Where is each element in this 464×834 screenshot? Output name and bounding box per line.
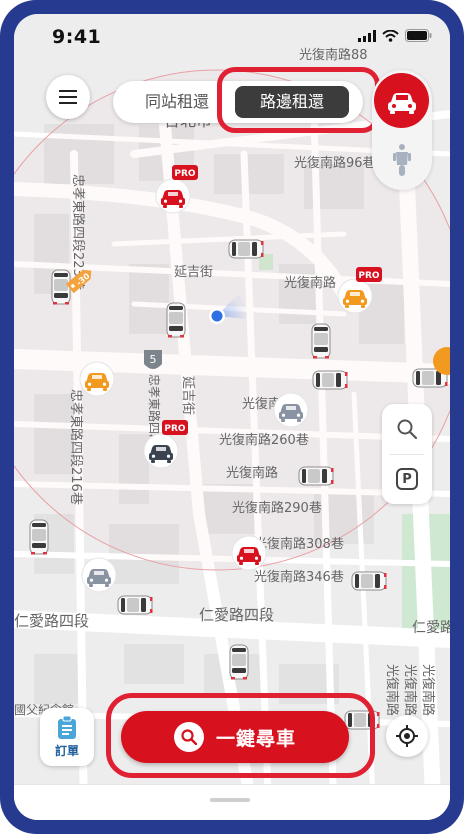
street-label: 光復南路290巷	[232, 500, 322, 516]
car-pin-marker[interactable]	[81, 557, 117, 593]
parked-car-marker[interactable]	[351, 571, 387, 591]
pro-badge: PRO	[356, 267, 382, 282]
street-label: 延吉街	[180, 376, 195, 415]
street-label: 光復南路96巷	[294, 155, 376, 171]
scooter-mode-button[interactable]	[387, 142, 417, 178]
svg-text:PRO: PRO	[164, 424, 186, 434]
pro-badge: PRO	[162, 420, 188, 435]
parked-car-marker[interactable]	[311, 323, 331, 359]
map-search-button[interactable]	[382, 404, 432, 454]
search-icon	[397, 419, 417, 439]
highlight-box	[106, 693, 375, 778]
route-shield-icon: 5	[144, 350, 162, 369]
parked-car-marker[interactable]	[29, 519, 49, 555]
highlight-box	[217, 67, 380, 133]
clipboard-icon	[58, 715, 76, 739]
parked-car-marker[interactable]	[117, 595, 153, 615]
street-label: 光復南路	[226, 465, 278, 481]
parking-icon: P	[396, 468, 418, 490]
bottom-sheet[interactable]	[14, 784, 450, 820]
car-pin-marker[interactable]	[155, 178, 191, 214]
street-label: 光復南路260巷	[219, 432, 309, 448]
street-label: 仁愛路四段	[199, 606, 274, 624]
street-label: 光復南路	[384, 664, 400, 716]
status-bar: 9:41	[14, 14, 450, 58]
orders-label: 訂單	[54, 743, 79, 758]
app-screen: 5 光復南路88 光復南路96巷 延吉街 光復南路 忠孝東路四段223巷 忠孝東…	[14, 14, 450, 820]
street-label: 光復南路	[402, 664, 418, 716]
sheet-handle[interactable]	[210, 798, 250, 802]
parked-car-marker[interactable]	[51, 269, 71, 305]
street-label: 光復南路	[420, 664, 436, 716]
car-mode-button[interactable]	[374, 73, 429, 128]
wifi-icon	[382, 29, 399, 42]
car-pin-marker[interactable]	[79, 361, 115, 397]
car-pin-marker[interactable]	[231, 535, 267, 571]
car-pin-marker[interactable]	[143, 433, 179, 469]
car-pin-marker[interactable]	[337, 278, 373, 314]
signal-icon	[358, 29, 376, 42]
parked-car-marker[interactable]	[228, 239, 264, 259]
street-label: 仁愛路四	[412, 620, 450, 636]
map-tools-panel: P	[382, 404, 432, 504]
hamburger-icon	[59, 90, 77, 104]
locate-me-button[interactable]	[386, 715, 428, 757]
orders-button[interactable]: 訂單	[40, 708, 94, 766]
street-label: 光復南路	[284, 275, 336, 291]
status-icons	[358, 29, 432, 42]
street-label: 忠孝東路四段216巷	[68, 389, 84, 505]
street-label: 仁愛路四段	[14, 612, 89, 630]
status-time: 9:41	[52, 26, 102, 48]
car-icon	[387, 92, 416, 114]
car-pin-marker[interactable]	[273, 392, 309, 428]
menu-button[interactable]	[46, 75, 90, 119]
scooter-icon	[393, 144, 411, 176]
svg-text:PRO: PRO	[174, 169, 196, 179]
crosshair-icon	[396, 725, 418, 747]
parking-button[interactable]: P	[382, 454, 432, 504]
svg-text:PRO: PRO	[358, 271, 380, 281]
street-label: 光復南路308巷	[254, 536, 344, 552]
street-label: 延吉街	[174, 265, 213, 280]
parked-car-marker[interactable]	[229, 644, 249, 680]
device-frame: 5 光復南路88 光復南路96巷 延吉街 光復南路 忠孝東路四段223巷 忠孝東…	[0, 0, 464, 834]
pro-badge: PRO	[172, 165, 198, 180]
battery-icon	[405, 29, 432, 42]
parked-car-marker[interactable]	[166, 302, 186, 338]
street-label: 光復南路346巷	[254, 569, 344, 585]
parked-car-marker[interactable]	[298, 466, 334, 486]
parked-car-marker[interactable]	[312, 370, 348, 390]
tab-same-station[interactable]: 同站租還	[127, 86, 227, 118]
route-number: 5	[150, 353, 157, 366]
